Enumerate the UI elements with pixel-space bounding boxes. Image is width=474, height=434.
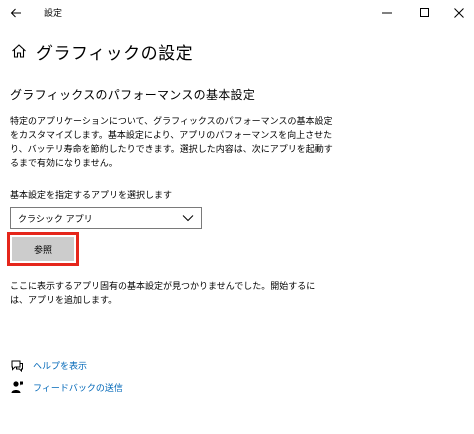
help-chat-icon (10, 358, 24, 372)
close-icon (454, 3, 464, 22)
app-title: 設定 (44, 9, 63, 19)
empty-message: ここに表示するアプリ固有の基本設定が見つかりませんでした。開始するには、アプリを… (10, 282, 316, 306)
home-icon[interactable] (10, 42, 28, 60)
help-link[interactable]: ヘルプを表示 (10, 358, 87, 372)
feedback-link[interactable]: フィードバックの送信 (10, 380, 123, 394)
back-button[interactable] (4, 2, 28, 22)
browse-button[interactable]: 参照 (12, 237, 74, 261)
feedback-link-label[interactable]: フィードバックの送信 (33, 381, 123, 394)
feedback-person-icon (10, 380, 24, 394)
settings-window: 設定 グラフィックの設定 グラフィックスのパフォーマンスの基本設定 特定のアプリ… (0, 0, 474, 434)
chevron-down-icon (181, 211, 195, 225)
close-button[interactable] (438, 0, 474, 24)
section-description: 特定のアプリケーションについて、グラフィックスのパフォーマンスの基本設定をカスタ… (10, 117, 333, 169)
help-link-label[interactable]: ヘルプを表示 (33, 359, 87, 372)
section-heading: グラフィックスのパフォーマンスの基本設定 (10, 88, 256, 102)
page-title: グラフィックの設定 (36, 43, 194, 64)
app-type-dropdown[interactable]: クラシック アプリ (10, 207, 202, 229)
minimize-button[interactable] (366, 0, 408, 24)
maximize-icon (420, 3, 430, 22)
app-select-label: 基本設定を指定するアプリを選択します (10, 191, 173, 201)
app-type-selected-value: クラシック アプリ (18, 214, 93, 225)
minimize-icon (382, 3, 392, 22)
title-bar: 設定 (0, 0, 474, 26)
page-header: グラフィックの設定 (10, 38, 193, 64)
back-arrow-icon (10, 3, 22, 22)
